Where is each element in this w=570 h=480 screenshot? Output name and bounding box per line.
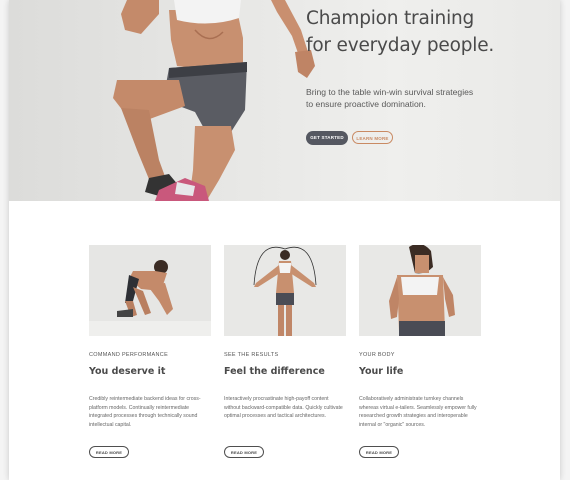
get-started-button[interactable]: GET STARTED [306,131,348,145]
hero-section: Champion training for everyday people. Br… [9,0,560,201]
athlete-crouching-image [89,245,211,336]
card-text: Interactively procrastinate high-payoff … [224,396,343,420]
athlete-jump-rope-image [224,245,346,336]
card-title: Your life [359,366,404,377]
hero-title: Champion training for everyday people. [306,5,556,59]
hero-title-line-2: for everyday people. [306,35,495,56]
read-more-button[interactable]: READ MORE [359,446,399,458]
hero-title-line-1: Champion training [306,8,475,29]
card-kicker: COMMAND PERFORMANCE [89,352,169,358]
card-text: Credibly reintermediate backend ideas fo… [89,396,201,428]
learn-more-button[interactable]: LEARN MORE [352,131,393,144]
read-more-button[interactable]: READ MORE [224,446,264,458]
card-text: Collaboratively administrate turnkey cha… [359,396,477,428]
read-more-button[interactable]: READ MORE [89,446,129,458]
hero-subtitle: Bring to the table win-win survival stra… [306,86,506,110]
card-kicker: SEE THE RESULTS [224,352,279,358]
feature-card-1: COMMAND PERFORMANCE You deserve it Credi… [89,245,211,458]
card-kicker: YOUR BODY [359,352,395,358]
feature-card-2: SEE THE RESULTS Feel the difference Inte… [224,245,346,458]
card-title: Feel the difference [224,366,325,377]
hero-subtitle-line-1: Bring to the table win-win survival stra… [306,87,474,97]
hero-subtitle-line-2: to ensure proactive domination. [306,99,426,109]
feature-card-3: YOUR BODY Your life Collaboratively admi… [359,245,481,458]
card-title: You deserve it [89,366,166,377]
page-frame: Champion training for everyday people. Br… [9,0,560,480]
athlete-portrait-image [359,245,481,336]
